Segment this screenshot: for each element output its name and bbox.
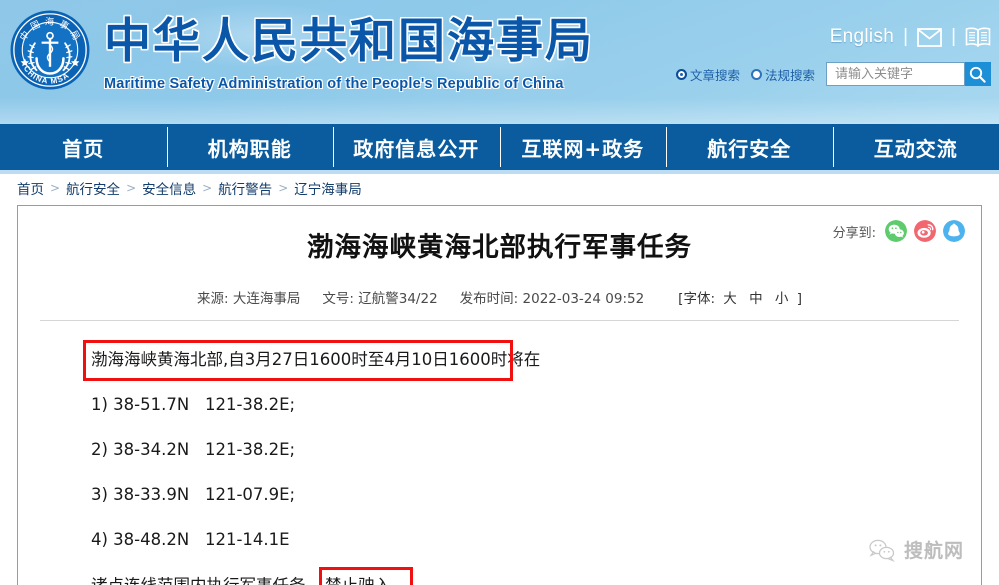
font-size-label: [字体: [678,291,715,307]
search-input[interactable] [826,62,965,86]
nav-item-interaction[interactable]: 互动交流 [832,124,999,170]
china-msa-emblem-icon: 中国海事局 CHINA MSA [10,10,90,90]
article-body: 渤海海峡黄海北部,自3月27日1600时至4月10日1600时将在 1) 38-… [91,345,981,585]
highlight-box-schedule: 渤海海峡黄海北部,自3月27日1600时至4月10日1600时 [86,343,510,378]
search-mode-regulation-label: 法规搜索 [764,67,815,83]
search-button[interactable] [965,62,991,86]
nav-item-gov-info[interactable]: 政府信息公开 [333,124,500,170]
header-utility-bar: English | | [830,26,991,48]
coordinate-item-3: 3) 38-33.9N 121-07.9E; [91,485,296,504]
highlight-box-no-entry: 禁止驶入。 [322,570,410,585]
article-title: 渤海海峡黄海北部执行军事任务 [307,232,692,263]
radio-article-icon[interactable] [675,68,687,80]
body-paragraph-closing: 诸点连线范围内执行军事任务。禁止驶入。 [91,570,981,585]
site-header: 中国海事局 CHINA MSA 中华人民共和国海事局 Maritime Safe… [0,0,999,124]
breadcrumb-item-navigation-warning[interactable]: 航行警告 [218,178,272,198]
utility-separator-2: | [951,26,956,47]
nav-bottom-accent [0,170,999,174]
search-mode-regulation[interactable]: 法规搜索 [750,65,815,84]
body-closing-lead: 诸点连线范围内执行军事任务。 [91,576,322,585]
breadcrumb-separator: > [202,181,213,195]
coordinate-item-4: 4) 38-48.2N 121-14.1E [91,530,290,549]
share-qq-icon[interactable] [943,220,965,242]
main-navigation: 首页 机构职能 政府信息公开 互联网+政务 航行安全 互动交流 [0,124,999,170]
coordinate-item-1: 1) 38-51.7N 121-38.2E; [91,395,296,414]
search-mode-article-label: 文章搜索 [689,67,740,83]
body-intro-tail: 将在 [507,350,541,369]
font-size-large[interactable]: 大 [723,291,737,307]
site-title-en: Maritime Safety Administration of the Pe… [104,76,564,92]
meta-source-value: 大连海事局 [232,291,301,307]
meta-publish: 发布时间: 2022-03-24 09:52 [460,287,645,307]
share-weibo-icon[interactable] [914,220,936,242]
meta-publish-label: 发布时间: [459,291,519,307]
share-label: 分享到: [832,225,876,241]
english-link[interactable]: English [830,26,894,48]
search-icon [969,66,986,83]
nav-item-functions[interactable]: 机构职能 [166,124,334,170]
mail-icon[interactable] [917,27,942,47]
meta-source-label: 来源: [197,291,229,307]
page-root: 中国海事局 CHINA MSA 中华人民共和国海事局 Maritime Safe… [0,0,999,585]
article-meta: 来源: 大连海事局 文号: 辽航警34/22 发布时间: 2022-03-24 … [18,287,981,307]
article-card: 分享到: 渤海海峡黄海北部执行军事任务 来源: 大连海事局 文号: 辽航警34/… [17,205,982,585]
utility-separator-1: | [903,26,909,47]
font-size-small[interactable]: 小 [775,291,789,307]
font-size-controls: [字体: 大 中 小 ] [678,287,802,307]
nav-item-navigation-safety[interactable]: 航行安全 [666,124,833,170]
breadcrumb: 首页 > 航行安全 > 安全信息 > 航行警告 > 辽宁海事局 [17,178,362,198]
meta-docnum-value: 辽航警34/22 [358,291,438,307]
site-branding: 中华人民共和国海事局 Maritime Safety Administratio… [104,14,594,92]
share-bar: 分享到: [833,220,965,242]
meta-publish-value: 2022-03-24 09:52 [522,291,645,307]
breadcrumb-item-navigation-safety[interactable]: 航行安全 [66,178,120,198]
breadcrumb-item-home[interactable]: 首页 [17,178,44,198]
body-closing-highlight: 禁止驶入。 [325,576,408,585]
meta-source: 来源: 大连海事局 [197,287,300,307]
body-intro-highlight: 渤海海峡黄海北部,自3月27日1600时至4月10日1600时 [91,350,508,369]
site-title-cn: 中华人民共和国海事局 [104,14,594,69]
search-mode-article[interactable]: 文章搜索 [675,65,740,84]
nav-item-home[interactable]: 首页 [0,124,167,170]
breadcrumb-separator: > [126,181,137,195]
meta-docnum: 文号: 辽航警34/22 [322,287,437,307]
breadcrumb-separator: > [50,181,61,195]
body-paragraph-intro: 渤海海峡黄海北部,自3月27日1600时至4月10日1600时将在 [91,345,981,375]
header-search-area: 文章搜索 法规搜索 [675,62,991,86]
breadcrumb-item-liaoning-msa[interactable]: 辽宁海事局 [294,178,362,198]
breadcrumb-separator: > [278,181,289,195]
radio-regulation-icon[interactable] [750,68,762,80]
meta-docnum-label: 文号: [322,291,354,307]
font-size-close: ] [796,291,802,307]
breadcrumb-item-safety-info[interactable]: 安全信息 [142,178,196,198]
coordinate-item-2: 2) 38-34.2N 121-38.2E; [91,440,296,459]
share-wechat-icon[interactable] [885,220,907,242]
font-size-medium[interactable]: 中 [749,291,763,307]
book-icon[interactable] [965,27,991,47]
nav-item-internet-gov[interactable]: 互联网+政务 [499,124,667,170]
meta-divider [40,320,959,321]
